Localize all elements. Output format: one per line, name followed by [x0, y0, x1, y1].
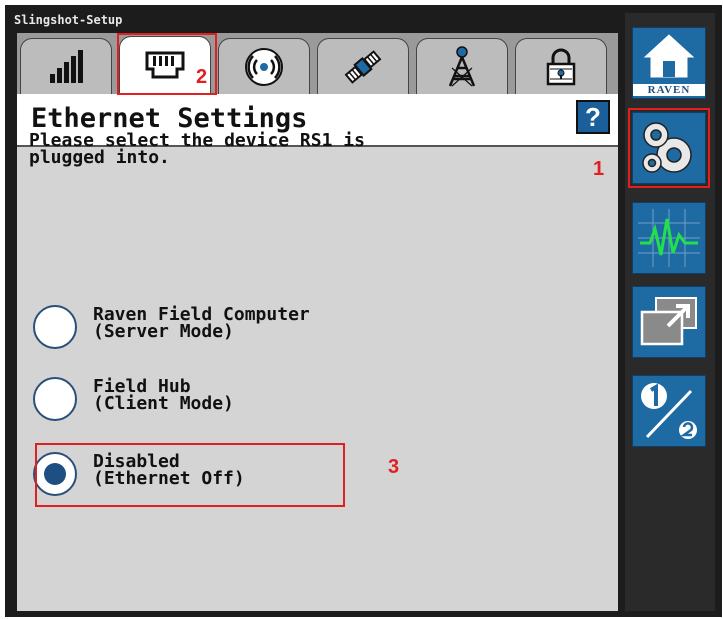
option-label: Raven Field Computer (Server Mode)	[93, 304, 310, 342]
tab-wireless[interactable]	[218, 38, 310, 94]
annotation-number-2: 2	[196, 66, 208, 88]
annotation-box-settings	[628, 108, 710, 188]
tab-radio-tower[interactable]	[416, 38, 508, 94]
annotation-number-1: 1	[593, 158, 605, 180]
diagnostics-waveform-icon	[638, 209, 700, 267]
window-title: Slingshot-Setup	[14, 13, 123, 27]
annotation-box-disabled-option	[35, 443, 345, 507]
diagnostics-button[interactable]	[632, 202, 706, 274]
radio-button[interactable]	[33, 305, 77, 349]
tab-bar	[17, 33, 618, 94]
tab-satellite[interactable]	[317, 38, 409, 94]
satellite-icon	[344, 49, 382, 84]
home-icon	[643, 34, 695, 78]
page-one-of-two-button[interactable]	[632, 375, 706, 447]
window-expand-icon	[640, 297, 697, 346]
tab-security[interactable]	[515, 38, 607, 94]
help-button[interactable]: ?	[576, 100, 610, 134]
annotation-number-3: 3	[388, 456, 400, 478]
radio-button[interactable]	[33, 377, 77, 421]
option-raven-field-computer[interactable]: Raven Field Computer (Server Mode)	[33, 305, 433, 365]
signal-bars-icon	[50, 49, 83, 83]
option-label: Field Hub (Client Mode)	[93, 376, 234, 414]
raven-logo-text: RAVEN	[633, 84, 705, 96]
window-switch-button[interactable]	[632, 286, 706, 358]
radio-tower-icon	[448, 45, 476, 86]
option-field-hub[interactable]: Field Hub (Client Mode)	[33, 377, 433, 437]
home-button[interactable]: RAVEN	[632, 27, 706, 99]
wireless-broadcast-icon	[245, 47, 283, 86]
tab-signal[interactable]	[20, 38, 112, 94]
instruction-text: Please select the device RS1 is plugged …	[29, 130, 365, 168]
padlock-icon	[546, 48, 576, 85]
one-of-two-icon	[641, 383, 697, 439]
